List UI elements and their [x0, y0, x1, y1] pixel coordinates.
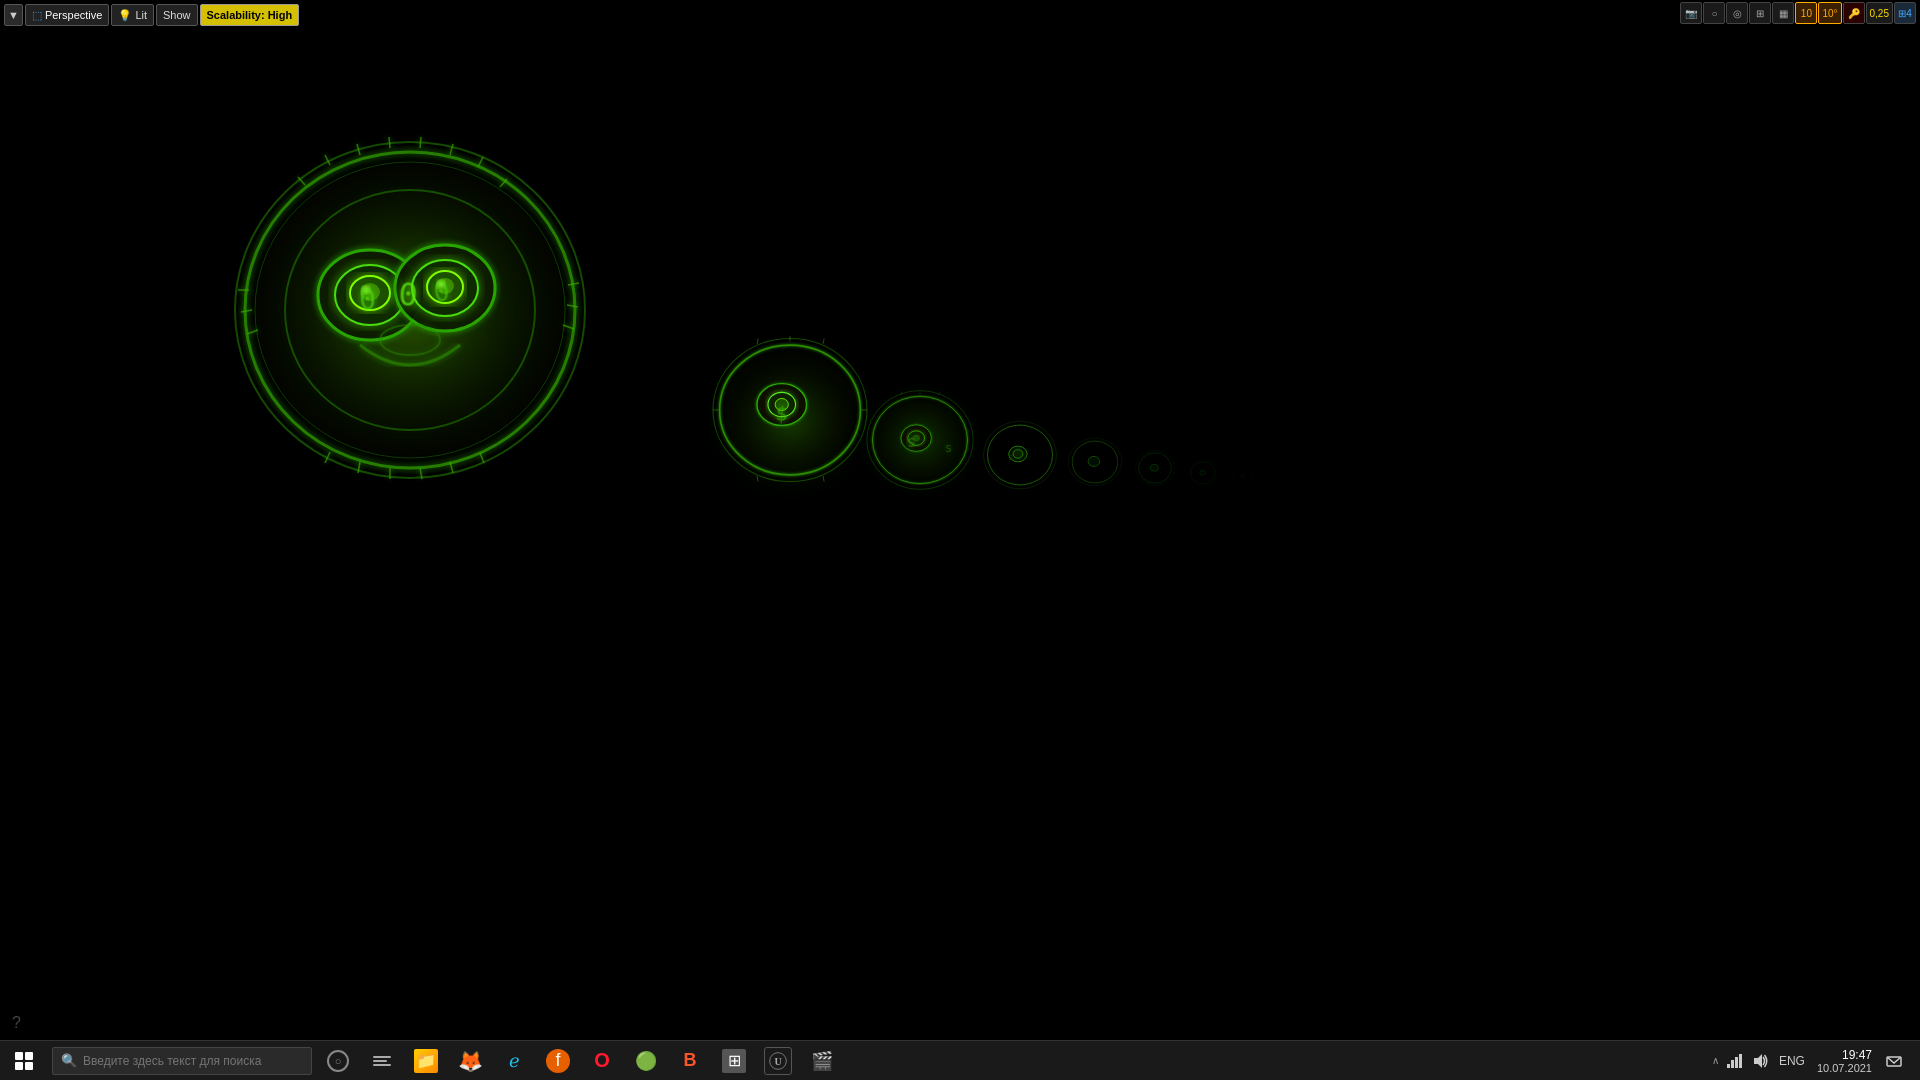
svg-point-66 — [1088, 456, 1099, 466]
scalability-btn[interactable]: Scalability: High — [200, 4, 300, 26]
firefox-icon: 🦊 — [458, 1049, 482, 1073]
rt-grid-btn[interactable]: ▦ — [1772, 2, 1794, 24]
notification-btn[interactable] — [1876, 1041, 1912, 1081]
opera-btn[interactable]: O — [580, 1041, 624, 1081]
rt-eye-btn[interactable]: ◎ — [1726, 2, 1748, 24]
viewport-dropdown-btn[interactable]: ▼ — [4, 4, 23, 26]
chrome-icon: 🟢 — [634, 1049, 658, 1073]
svg-rect-89 — [1735, 1057, 1738, 1068]
eye-icon: ◎ — [1733, 8, 1742, 19]
film-btn[interactable]: 🎬 — [800, 1041, 844, 1081]
edge-btn[interactable]: ℯ — [492, 1041, 536, 1081]
task-view-btn[interactable] — [360, 1041, 404, 1081]
svg-text:U: U — [774, 1056, 781, 1067]
svg-rect-87 — [1727, 1064, 1730, 1068]
rt-key-btn[interactable]: 🔑 — [1843, 2, 1865, 24]
svg-point-75 — [1241, 474, 1245, 477]
perspective-btn[interactable]: ⬚ Perspective — [25, 4, 109, 26]
circle-icon: ○ — [1711, 8, 1717, 19]
rt-grid-value-btn[interactable]: 10 — [1795, 2, 1817, 24]
show-label: Show — [163, 9, 191, 21]
firefox-alt-btn[interactable]: f — [536, 1041, 580, 1081]
angle-value: 10° — [1822, 8, 1837, 19]
rt-scale-btn[interactable]: 0,25 — [1866, 2, 1893, 24]
chrome-btn[interactable]: 🟢 — [624, 1041, 668, 1081]
windows-logo — [15, 1052, 33, 1070]
svg-text:s: s — [907, 433, 916, 451]
svg-point-69 — [1150, 464, 1158, 471]
search-bar[interactable]: 🔍 — [52, 1047, 312, 1075]
perspective-icon: ⬚ — [32, 9, 42, 22]
svg-point-63 — [1013, 450, 1022, 458]
taskbar-tray: ∧ ENG 19:47 10.07.2021 — [1712, 1041, 1920, 1081]
lit-icon: 💡 — [118, 9, 132, 22]
svg-text:s: s — [945, 441, 952, 455]
viewport: 0 0 0 $ s s s — [0, 0, 1920, 1080]
language-indicator[interactable]: ENG — [1779, 1054, 1805, 1068]
calculator-btn[interactable]: ⊞ — [712, 1041, 756, 1081]
right-toolbar: 📷 ○ ◎ ⊞ ▦ 10 10° 🔑 0,25 ⊞ 4 — [1680, 2, 1916, 24]
svg-rect-88 — [1731, 1060, 1734, 1068]
svg-point-77 — [1269, 472, 1282, 483]
transform-icon: ⊞ — [1756, 8, 1764, 19]
clock-time: 19:47 — [1842, 1048, 1872, 1062]
layers-icon: ⊞ — [1898, 8, 1906, 19]
svg-text:$: $ — [775, 401, 789, 426]
brave-btn[interactable]: B — [668, 1041, 712, 1081]
scale-value: 0,25 — [1870, 8, 1889, 19]
film-icon: 🎬 — [810, 1049, 834, 1073]
rt-circle-btn[interactable]: ○ — [1703, 2, 1725, 24]
clock[interactable]: 19:47 10.07.2021 — [1817, 1048, 1872, 1074]
rt-angle-btn[interactable]: 10° — [1818, 2, 1841, 24]
svg-text:0: 0 — [358, 283, 378, 317]
chevron-icon: ▼ — [8, 9, 19, 21]
cortana-icon: ○ — [327, 1050, 349, 1072]
svg-line-9 — [420, 137, 421, 148]
edge-icon: ℯ — [502, 1049, 526, 1073]
clock-date: 10.07.2021 — [1817, 1062, 1872, 1074]
show-btn[interactable]: Show — [156, 4, 198, 26]
key-icon: 🔑 — [1848, 8, 1860, 19]
cortana-btn[interactable]: ○ — [316, 1041, 360, 1081]
perspective-label: Perspective — [45, 9, 102, 21]
search-icon: 🔍 — [61, 1053, 77, 1068]
network-icon[interactable] — [1723, 1050, 1745, 1072]
svg-line-8 — [389, 137, 390, 148]
firefox-alt-icon: f — [546, 1049, 570, 1073]
grid-value: 10 — [1801, 8, 1812, 19]
svg-point-72 — [1200, 470, 1205, 475]
rt-camera-btn[interactable]: 📷 — [1680, 2, 1702, 24]
svg-rect-90 — [1739, 1054, 1742, 1068]
top-toolbar: ▼ ⬚ Perspective 💡 Lit Show Scalability: … — [0, 0, 1920, 30]
lit-btn[interactable]: 💡 Lit — [111, 4, 154, 26]
unreal-engine-icon: U — [764, 1047, 792, 1075]
svg-text:s: s — [1008, 452, 1013, 462]
brave-icon: B — [678, 1049, 702, 1073]
calculator-icon: ⊞ — [722, 1049, 746, 1073]
svg-point-76 — [1267, 471, 1284, 486]
tray-expand-btn[interactable]: ∧ — [1712, 1055, 1719, 1066]
taskbar-icons: ○ 📁 🦊 ℯ f O 🟢 — [316, 1041, 844, 1081]
file-explorer-icon: 📁 — [414, 1049, 438, 1073]
search-input[interactable] — [83, 1054, 283, 1068]
svg-marker-91 — [1754, 1054, 1762, 1068]
scalability-label: Scalability: High — [207, 9, 293, 21]
task-view-icon — [373, 1056, 391, 1066]
rt-layers-btn[interactable]: ⊞ 4 — [1894, 2, 1916, 24]
firefox-btn[interactable]: 🦊 — [448, 1041, 492, 1081]
file-explorer-btn[interactable]: 📁 — [404, 1041, 448, 1081]
volume-icon[interactable] — [1749, 1050, 1771, 1072]
svg-text:0: 0 — [398, 275, 419, 314]
scene-canvas: 0 0 0 $ s s s — [0, 0, 1920, 1080]
grid-icon: ▦ — [1779, 8, 1788, 19]
start-button[interactable] — [0, 1041, 48, 1081]
help-icon[interactable]: ? — [12, 1014, 21, 1032]
unreal-engine-btn[interactable]: U — [756, 1041, 800, 1081]
rt-transform-btn[interactable]: ⊞ — [1749, 2, 1771, 24]
opera-icon: O — [590, 1049, 614, 1073]
lit-label: Lit — [135, 9, 147, 21]
layers-value: 4 — [1906, 8, 1912, 19]
taskbar: 🔍 ○ 📁 🦊 ℯ f — [0, 1040, 1920, 1080]
camera-icon: 📷 — [1685, 8, 1697, 19]
